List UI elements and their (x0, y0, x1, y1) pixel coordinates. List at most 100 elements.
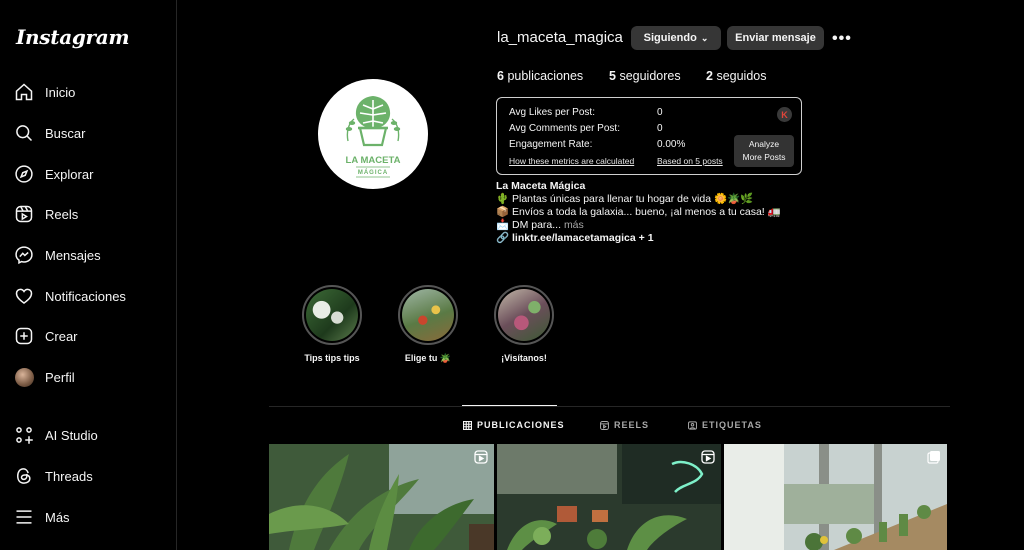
sidebar-item-inicio[interactable]: Inicio (14, 78, 75, 106)
sidebar-item-label: Reels (45, 206, 79, 222)
posts-count: 6 publicaciones (497, 69, 583, 83)
messenger-icon (14, 245, 34, 265)
highlight-cover (398, 285, 458, 345)
bio-line-3: 📩 DM para... más (496, 219, 781, 232)
sidebar-item-threads[interactable]: Threads (14, 462, 93, 490)
followers-count[interactable]: 5 seguidores (609, 69, 681, 83)
menu-icon (14, 507, 34, 527)
send-message-button[interactable]: Enviar mensaje (727, 26, 824, 50)
grid-post-3[interactable] (724, 444, 947, 550)
post-image (724, 444, 947, 550)
sidebar-item-ai-studio[interactable]: AI Studio (14, 421, 98, 449)
chevron-down-icon: ⌄ (700, 32, 709, 43)
sidebar-item-explorar[interactable]: Explorar (14, 160, 93, 188)
followers-label: seguidores (619, 69, 681, 83)
compass-icon (14, 164, 34, 184)
sidebar-item-mas[interactable]: Más (14, 503, 70, 531)
sidebar-item-buscar[interactable]: Buscar (14, 119, 85, 147)
reels-tab-icon (600, 420, 609, 430)
reel-badge-icon (701, 450, 715, 464)
avg-comments-value: 0 (657, 123, 663, 134)
bio-external-link[interactable]: linktr.ee/lamacetamagica + 1 (512, 232, 654, 244)
bio-link-row[interactable]: 🔗 linktr.ee/lamacetamagica + 1 (496, 232, 781, 245)
profile-display-name: La Maceta Mágica (496, 180, 586, 192)
following-count[interactable]: 2 seguidos (706, 69, 766, 83)
tagged-icon (688, 420, 697, 430)
following-label: Siguiendo (643, 32, 697, 44)
search-icon (14, 123, 34, 143)
grid-post-2[interactable] (497, 444, 721, 550)
analyze-more-posts-button[interactable]: Analyze More Posts (734, 135, 794, 167)
more-options-icon[interactable]: ••• (832, 30, 852, 48)
grid-post-1[interactable] (269, 444, 494, 550)
avg-comments-label: Avg Comments per Post: (509, 123, 620, 134)
highlight-elige[interactable]: Elige tu 🪴 (393, 285, 463, 364)
bio-line-1: 🌵 Plantas únicas para llenar tu hogar de… (496, 193, 754, 205)
tab-label: REELS (614, 420, 650, 430)
based-on-posts-link[interactable]: Based on 5 posts (657, 156, 723, 166)
profile-avatar (14, 367, 34, 387)
heart-icon (14, 286, 34, 306)
sidebar-item-label: Buscar (45, 125, 86, 141)
highlight-cover (494, 285, 554, 345)
grid-icon (463, 420, 472, 430)
profile-username: la_maceta_magica (497, 29, 623, 46)
bio-line-2: 📦 Envíos a toda la galaxia... bueno, ¡al… (496, 206, 781, 218)
tab-label: ETIQUETAS (702, 420, 762, 430)
sidebar-item-label: AI Studio (45, 427, 98, 443)
multi-photo-badge-icon (927, 451, 940, 464)
plus-square-icon (14, 326, 34, 346)
tab-etiquetas[interactable]: ETIQUETAS (688, 420, 762, 430)
sidebar-item-reels[interactable]: Reels (14, 200, 78, 228)
extension-badge-icon[interactable]: K (777, 107, 792, 122)
engagement-value: 0.00% (657, 139, 686, 150)
following-count-label: seguidos (716, 69, 767, 83)
sidebar-item-mensajes[interactable]: Mensajes (14, 241, 101, 269)
highlight-label: Tips tips tips (304, 353, 360, 363)
reel-badge-icon (474, 450, 488, 464)
sidebar-item-label: Threads (45, 468, 93, 484)
profile-picture[interactable]: LA MACETA MÁGICA (318, 79, 428, 189)
tab-reels[interactable]: REELS (600, 420, 649, 430)
logo-text-bottom: MÁGICA (358, 169, 388, 176)
highlight-label: ¡Visítanos! (501, 353, 547, 363)
analyze-label-2: More Posts (742, 152, 786, 162)
following-button[interactable]: Siguiendo ⌄ (631, 26, 721, 50)
home-icon (14, 82, 34, 102)
highlight-cover (302, 285, 362, 345)
sidebar-item-crear[interactable]: Crear (14, 322, 78, 350)
sidebar-item-label: Crear (45, 328, 78, 344)
instagram-logo[interactable]: Instagram (16, 25, 130, 49)
how-metrics-link[interactable]: How these metrics are calculated (509, 156, 634, 166)
bio-more-link[interactable]: más (564, 219, 584, 231)
active-tab-indicator (462, 405, 557, 406)
following-number: 2 (706, 69, 713, 83)
sidebar-item-label: Notificaciones (45, 288, 126, 304)
tab-label: PUBLICACIONES (477, 420, 565, 430)
followers-number: 5 (609, 69, 616, 83)
ai-studio-icon (14, 425, 34, 445)
highlight-tips[interactable]: Tips tips tips (297, 285, 367, 363)
avg-likes-value: 0 (657, 107, 663, 118)
sidebar: Instagram Inicio Buscar Explorar Reels M… (0, 0, 177, 550)
posts-number: 6 (497, 69, 504, 83)
reels-icon (14, 204, 34, 224)
sidebar-item-perfil[interactable]: Perfil (14, 363, 75, 391)
sidebar-item-label: Más (45, 509, 70, 525)
highlight-visitanos[interactable]: ¡Visítanos! (489, 285, 559, 363)
sidebar-item-label: Perfil (45, 369, 75, 385)
metrics-panel: Avg Likes per Post: 0 Avg Comments per P… (496, 97, 802, 175)
link-icon: 🔗 (496, 232, 510, 244)
posts-label: publicaciones (507, 69, 584, 83)
bio-line-3-text: 📩 DM para... (496, 219, 562, 231)
post-image (497, 444, 721, 550)
logo-text-top: LA MACETA (346, 155, 401, 166)
threads-icon (14, 466, 34, 486)
sidebar-item-label: Mensajes (45, 247, 101, 263)
engagement-label: Engagement Rate: (509, 139, 593, 150)
tab-publicaciones[interactable]: PUBLICACIONES (463, 420, 565, 430)
highlight-label: Elige tu 🪴 (404, 353, 452, 363)
sidebar-item-notificaciones[interactable]: Notificaciones (14, 282, 126, 310)
post-image (269, 444, 494, 550)
sidebar-item-label: Explorar (45, 166, 94, 182)
